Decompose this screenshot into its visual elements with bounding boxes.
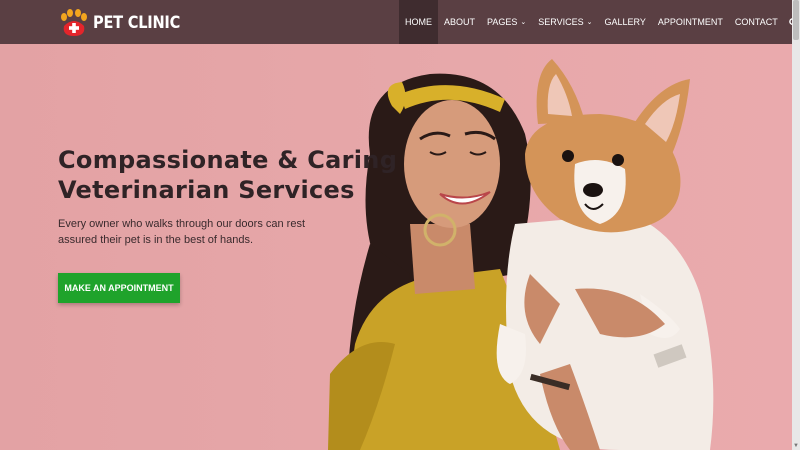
page-scrollbar[interactable]: ▼	[792, 0, 800, 450]
hero-photo-woman-with-corgi	[328, 59, 714, 450]
nav-item-contact[interactable]: CONTACT	[729, 0, 784, 44]
nav-item-about[interactable]: ABOUT	[438, 0, 481, 44]
main-nav: HOME ABOUT PAGES ⌄ SERVICES ⌄ GALLERY AP…	[399, 0, 800, 44]
nav-item-pages[interactable]: PAGES ⌄	[481, 0, 532, 44]
hero-section: Compassionate & Caring Veterinarian Serv…	[0, 44, 792, 450]
paw-cross-icon	[58, 8, 90, 38]
make-appointment-button[interactable]: MAKE AN APPOINTMENT	[58, 273, 180, 303]
nav-item-services[interactable]: SERVICES ⌄	[532, 0, 598, 44]
nav-label: ABOUT	[444, 17, 476, 27]
nav-item-appointment[interactable]: APPOINTMENT	[652, 0, 729, 44]
hero-subtitle: Every owner who walks through our doors …	[58, 218, 306, 246]
hero-title: Compassionate & Caring Veterinarian Serv…	[58, 145, 398, 205]
site-header: PET CLINIC HOME ABOUT PAGES ⌄ SERVICES ⌄…	[0, 0, 798, 44]
nav-label: SERVICES	[538, 17, 584, 27]
nav-label: APPOINTMENT	[657, 17, 723, 27]
chevron-down-icon: ⌄	[586, 19, 593, 26]
nav-label: HOME	[405, 17, 432, 27]
nav-label: PAGES	[487, 17, 518, 27]
chevron-down-icon: ⌄	[520, 19, 527, 26]
scroll-down-arrow-icon[interactable]: ▼	[792, 442, 800, 450]
nav-item-home[interactable]: HOME	[399, 0, 438, 44]
hero-title-line2: Veterinarian Services	[58, 176, 355, 204]
hero-title-line1: Compassionate & Caring	[58, 146, 398, 174]
site-logo[interactable]: PET CLINIC	[58, 8, 194, 38]
scrollbar-thumb[interactable]	[793, 0, 799, 40]
nav-item-gallery[interactable]: GALLERY	[598, 0, 651, 44]
brand-name: PET CLINIC	[93, 13, 181, 33]
nav-label: GALLERY	[604, 17, 646, 27]
nav-label: CONTACT	[734, 17, 778, 27]
